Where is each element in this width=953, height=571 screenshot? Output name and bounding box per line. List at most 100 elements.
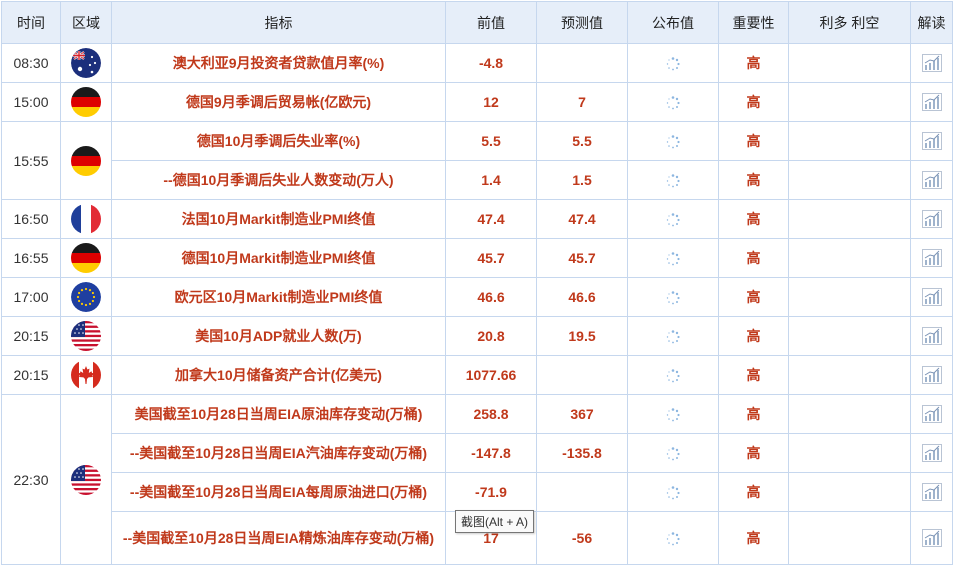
impact-cell (788, 43, 911, 83)
chart-icon[interactable] (921, 288, 942, 307)
indicator-cell[interactable]: 德国10月季调后失业率(%) (111, 121, 446, 161)
indicator-cell[interactable]: --美国截至10月28日当周EIA精炼油库存变动(万桶) (111, 511, 446, 565)
actual-cell (627, 511, 719, 565)
loading-spinner-icon (666, 290, 680, 305)
analysis-cell[interactable] (910, 472, 953, 512)
indicator-cell[interactable]: 德国10月Markit制造业PMI终值 (111, 238, 446, 278)
actual-cell (627, 433, 719, 473)
analysis-cell[interactable] (910, 355, 953, 395)
indicator-cell[interactable]: 美国10月ADP就业人数(万) (111, 316, 446, 356)
previous-value: -71.9 (445, 472, 537, 512)
indicator-cell[interactable]: 美国截至10月28日当周EIA原油库存变动(万桶) (111, 394, 446, 434)
analysis-cell[interactable] (910, 433, 953, 473)
table-row: 22:30 美国截至10月28日当周EIA原油库存变动(万桶) 258.8 36… (1, 394, 953, 565)
table-row: --美国截至10月28日当周EIA汽油库存变动(万桶) -147.8 -135.… (2, 433, 953, 473)
analysis-cell[interactable] (910, 316, 953, 356)
forecast-value: 46.6 (536, 277, 628, 317)
impact-cell (788, 355, 911, 395)
importance-value: 高 (718, 511, 789, 565)
chart-icon[interactable] (921, 54, 942, 73)
analysis-cell[interactable] (910, 277, 953, 317)
time-cell: 15:00 (1, 82, 61, 122)
chart-icon[interactable] (921, 444, 942, 463)
loading-spinner-icon (666, 251, 680, 266)
header-previous: 前值 (445, 1, 537, 44)
region-cell (60, 43, 112, 83)
table-row: 08:30 澳大利亚9月投资者贷款值月率(%) -4.8 高 (1, 43, 953, 83)
table-row: 17:00 欧元区10月Markit制造业PMI终值 46.6 46.6 高 (1, 277, 953, 317)
impact-cell (788, 238, 911, 278)
screenshot-tooltip: 截图(Alt + A) (455, 510, 535, 533)
impact-cell (788, 433, 911, 473)
impact-cell (788, 121, 911, 161)
indicator-cell[interactable]: 法国10月Markit制造业PMI终值 (111, 199, 446, 239)
importance-value: 高 (718, 394, 789, 434)
chart-icon[interactable] (921, 249, 942, 268)
loading-spinner-icon (666, 56, 680, 71)
chart-icon[interactable] (921, 366, 942, 385)
actual-cell (627, 43, 719, 83)
analysis-cell[interactable] (910, 511, 953, 565)
impact-cell (788, 394, 911, 434)
chart-icon[interactable] (921, 171, 942, 190)
chart-icon[interactable] (921, 327, 942, 346)
indicator-cell[interactable]: 加拿大10月储备资产合计(亿美元) (111, 355, 446, 395)
forecast-value: -135.8 (536, 433, 628, 473)
analysis-cell[interactable] (910, 394, 953, 434)
previous-value: 47.4 (445, 199, 537, 239)
forecast-value: 47.4 (536, 199, 628, 239)
importance-value: 高 (718, 355, 789, 395)
canada-flag-icon (71, 360, 101, 390)
actual-cell (627, 277, 719, 317)
previous-value: 258.8 (445, 394, 537, 434)
indicator-cell[interactable]: --德国10月季调后失业人数变动(万人) (111, 160, 446, 200)
time-cell: 15:55 (1, 121, 61, 200)
usa-flag-icon (71, 464, 101, 495)
impact-cell (788, 316, 911, 356)
forecast-value: 367 (536, 394, 628, 434)
importance-value: 高 (718, 43, 789, 83)
chart-icon[interactable] (921, 93, 942, 112)
chart-icon[interactable] (921, 210, 942, 229)
chart-icon[interactable] (921, 405, 942, 424)
analysis-cell[interactable] (910, 121, 953, 161)
table-row: 20:15 美国10月ADP就业人数(万) 20.8 19.5 高 (1, 316, 953, 356)
indicator-cell[interactable]: --美国截至10月28日当周EIA每周原油进口(万桶) (111, 472, 446, 512)
germany-flag-icon (71, 243, 101, 273)
header-actual: 公布值 (627, 1, 719, 44)
previous-value: 1.4 (445, 160, 537, 200)
chart-icon[interactable] (921, 483, 942, 502)
actual-cell (627, 82, 719, 122)
time-cell: 16:50 (1, 199, 61, 239)
region-cell (60, 82, 112, 122)
table-row: --美国截至10月28日当周EIA每周原油进口(万桶) -71.9 高 (2, 472, 953, 512)
time-cell: 17:00 (1, 277, 61, 317)
loading-spinner-icon (666, 212, 680, 227)
impact-cell (788, 277, 911, 317)
time-cell: 20:15 (1, 316, 61, 356)
indicator-cell[interactable]: 欧元区10月Markit制造业PMI终值 (111, 277, 446, 317)
analysis-cell[interactable] (910, 238, 953, 278)
analysis-cell[interactable] (910, 199, 953, 239)
analysis-cell[interactable] (910, 160, 953, 200)
region-cell (60, 277, 112, 317)
actual-cell (627, 472, 719, 512)
chart-icon[interactable] (921, 132, 942, 151)
importance-value: 高 (718, 316, 789, 356)
analysis-cell[interactable] (910, 43, 953, 83)
table-row: 15:55 德国10月季调后失业率(%) 5.5 5.5 高 (1, 121, 953, 200)
actual-cell (627, 160, 719, 200)
analysis-cell[interactable] (910, 82, 953, 122)
usa-flag-icon (71, 321, 101, 351)
actual-cell (627, 316, 719, 356)
header-importance: 重要性 (718, 1, 789, 44)
indicator-cell[interactable]: 德国9月季调后贸易帐(亿欧元) (111, 82, 446, 122)
importance-value: 高 (718, 433, 789, 473)
importance-value: 高 (718, 82, 789, 122)
chart-icon[interactable] (921, 529, 942, 548)
indicator-cell[interactable]: 澳大利亚9月投资者贷款值月率(%) (111, 43, 446, 83)
header-region: 区域 (60, 1, 112, 44)
indicator-cell[interactable]: --美国截至10月28日当周EIA汽油库存变动(万桶) (111, 433, 446, 473)
loading-spinner-icon (666, 368, 680, 383)
header-forecast: 预测值 (536, 1, 628, 44)
